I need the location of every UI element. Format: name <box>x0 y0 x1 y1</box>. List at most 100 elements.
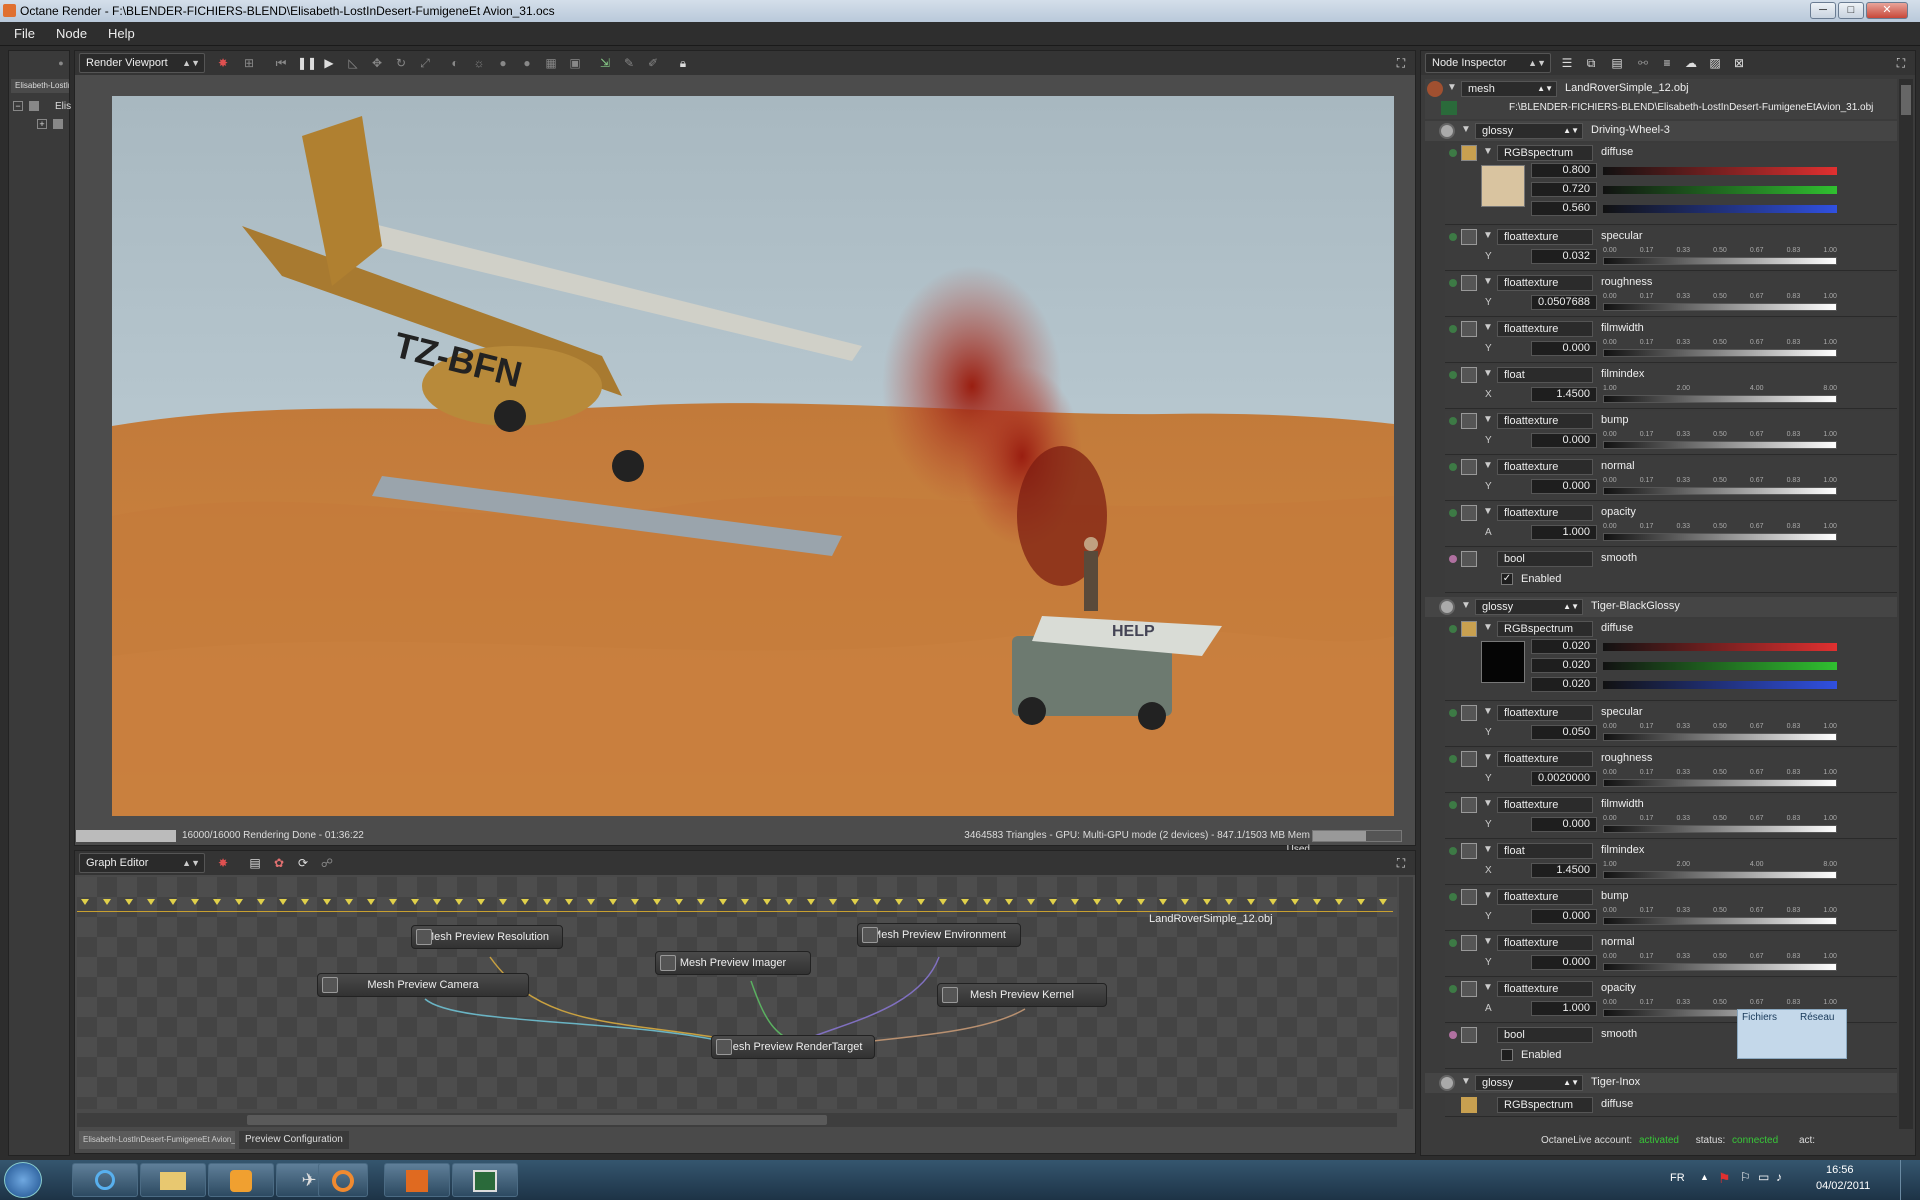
collapse-triangle-icon[interactable]: ▼ <box>1483 146 1493 157</box>
diffuse-value[interactable]: 0.560 <box>1531 201 1597 216</box>
param-type-select[interactable]: floattexture <box>1497 889 1593 905</box>
maximize-inspector-icon[interactable]: ⛶ <box>1893 55 1909 71</box>
param-slider[interactable] <box>1603 917 1837 925</box>
region-icon[interactable]: ▦ <box>543 55 559 71</box>
refresh-icon[interactable]: ⟳ <box>295 855 311 871</box>
clear-render-icon[interactable]: ✸ <box>215 55 231 71</box>
viewport-mode-select[interactable]: Render Viewport ▲▼ <box>79 53 205 73</box>
collapse-triangle-icon[interactable]: ▼ <box>1483 460 1493 471</box>
sphere-alt-icon[interactable]: ● <box>519 55 535 71</box>
param-slider[interactable] <box>1603 733 1837 741</box>
language-indicator[interactable]: FR <box>1670 1172 1685 1184</box>
param-type-select[interactable]: floattexture <box>1497 275 1593 291</box>
collapse-triangle-icon[interactable]: ▼ <box>1483 844 1493 855</box>
volume-icon[interactable]: ♪ <box>1776 1170 1782 1184</box>
param-value[interactable]: 0.050 <box>1531 725 1597 740</box>
rgb-slider[interactable] <box>1603 643 1837 651</box>
material-type-select[interactable]: glossy ▲▼ <box>1475 599 1583 615</box>
node-mesh-preview-resolution[interactable]: Mesh Preview Resolution <box>411 925 563 949</box>
export-image-icon[interactable]: ⇲ <box>597 55 613 71</box>
collapse-all-icon[interactable]: ☰ <box>1559 55 1575 71</box>
mesh-type-select[interactable]: mesh ▲▼ <box>1461 81 1557 97</box>
node-mesh-preview-rendertarget[interactable]: Mesh Preview RenderTarget <box>711 1035 875 1059</box>
diffuse-value[interactable]: 0.720 <box>1531 182 1597 197</box>
copy-icon[interactable]: ⧉ <box>1583 55 1599 71</box>
param-value[interactable]: 0.000 <box>1531 479 1597 494</box>
diffuse-type-select[interactable]: RGBspectrum <box>1497 145 1593 161</box>
color-swatch[interactable] <box>1481 165 1525 207</box>
delete-node-icon[interactable]: ✿ <box>271 855 287 871</box>
param-type-select[interactable]: floattexture <box>1497 981 1593 997</box>
graph-tab-preview-config[interactable]: Preview Configuration <box>239 1131 349 1149</box>
smooth-checkbox[interactable]: ✓ <box>1501 573 1513 585</box>
param-value[interactable]: 0.0020000 <box>1531 771 1597 786</box>
color-swatch[interactable] <box>1481 641 1525 683</box>
smooth-type-select[interactable]: bool <box>1497 551 1593 567</box>
minimize-button[interactable]: ─ <box>1810 2 1836 19</box>
param-slider[interactable] <box>1603 487 1837 495</box>
network-icon[interactable]: ▭ <box>1758 1170 1769 1184</box>
collapse-triangle-icon[interactable]: ▼ <box>1461 600 1471 611</box>
collapse-triangle-icon[interactable]: ▼ <box>1483 622 1493 633</box>
param-value[interactable]: 1.4500 <box>1531 387 1597 402</box>
collapse-triangle-icon[interactable]: ▼ <box>1461 124 1471 135</box>
param-type-select[interactable]: floattexture <box>1497 459 1593 475</box>
param-value[interactable]: 0.000 <box>1531 433 1597 448</box>
taskbar-blender[interactable] <box>318 1163 368 1197</box>
material-type-select[interactable]: glossy ▲▼ <box>1475 123 1583 139</box>
image-icon[interactable]: ▨ <box>1707 55 1723 71</box>
save-icon[interactable]: ▤ <box>1609 55 1625 71</box>
param-type-select[interactable]: float <box>1497 367 1593 383</box>
security-icon[interactable]: ⚑ <box>1718 1170 1731 1187</box>
param-slider[interactable] <box>1603 303 1837 311</box>
collapse-triangle-icon[interactable]: ▼ <box>1483 368 1493 379</box>
popup-fichiers[interactable]: Fichiers <box>1742 1012 1777 1023</box>
focus-picker-icon[interactable]: ◺ <box>345 55 361 71</box>
lock-icon[interactable]: 🔒︎ <box>675 55 691 71</box>
param-value[interactable]: 0.000 <box>1531 909 1597 924</box>
tray-expand-icon[interactable]: ▲ <box>1700 1172 1709 1182</box>
smooth-checkbox[interactable] <box>1501 1049 1513 1061</box>
close-button[interactable]: ✕ <box>1866 2 1908 19</box>
inspector-mode-select[interactable]: Node Inspector ▲▼ <box>1425 53 1551 73</box>
clock-date[interactable]: 04/02/2011 <box>1816 1180 1870 1192</box>
graph-vertical-scrollbar[interactable] <box>1399 877 1413 1109</box>
diffuse-value[interactable]: 0.020 <box>1531 639 1597 654</box>
param-slider[interactable] <box>1603 825 1837 833</box>
picker-icon[interactable]: ✎ <box>621 55 637 71</box>
param-slider[interactable] <box>1603 871 1837 879</box>
param-slider[interactable] <box>1603 441 1837 449</box>
param-slider[interactable] <box>1603 533 1837 541</box>
param-value[interactable]: 0.032 <box>1531 249 1597 264</box>
rgb-slider[interactable] <box>1603 681 1837 689</box>
param-type-select[interactable]: floattexture <box>1497 413 1593 429</box>
cloud-icon[interactable]: ☁ <box>1683 55 1699 71</box>
scroll-thumb[interactable] <box>247 1115 827 1125</box>
save-graph-icon[interactable]: ▤ <box>247 855 263 871</box>
pause-icon[interactable]: ❚❚ <box>297 55 317 71</box>
collapse-triangle-icon[interactable]: ▼ <box>1447 82 1457 93</box>
pan-icon[interactable]: ✥ <box>369 55 385 71</box>
play-icon[interactable]: ▶ <box>321 55 337 71</box>
diffuse-value[interactable]: 0.020 <box>1531 658 1597 673</box>
param-slider[interactable] <box>1603 257 1837 265</box>
collapse-triangle-icon[interactable]: ▼ <box>1483 936 1493 947</box>
graph-icon[interactable]: ⊠ <box>1731 55 1747 71</box>
render-image[interactable]: TZ-BFN HELP <box>112 96 1394 816</box>
param-value[interactable]: 0.000 <box>1531 341 1597 356</box>
material-type-select[interactable]: glossy ▲▼ <box>1475 1075 1583 1091</box>
taskbar-octane[interactable] <box>384 1163 450 1197</box>
material-picker-icon[interactable]: ✐ <box>645 55 661 71</box>
menu-help[interactable]: Help <box>108 26 135 41</box>
dof-icon[interactable]: ◐ <box>447 55 463 71</box>
param-type-select[interactable]: float <box>1497 843 1593 859</box>
rotate-icon[interactable]: ↻ <box>393 55 409 71</box>
collapse-triangle-icon[interactable]: ▼ <box>1483 798 1493 809</box>
diffuse-value[interactable]: 0.020 <box>1531 677 1597 692</box>
frame-icon[interactable]: ▣ <box>567 55 583 71</box>
collapse-triangle-icon[interactable]: ▼ <box>1461 1076 1471 1087</box>
pin-icon[interactable]: ● <box>53 55 69 71</box>
param-type-select[interactable]: floattexture <box>1497 935 1593 951</box>
node-mesh-preview-environment[interactable]: Mesh Preview Environment <box>857 923 1021 947</box>
link-icon[interactable]: ⚯ <box>1635 55 1651 71</box>
